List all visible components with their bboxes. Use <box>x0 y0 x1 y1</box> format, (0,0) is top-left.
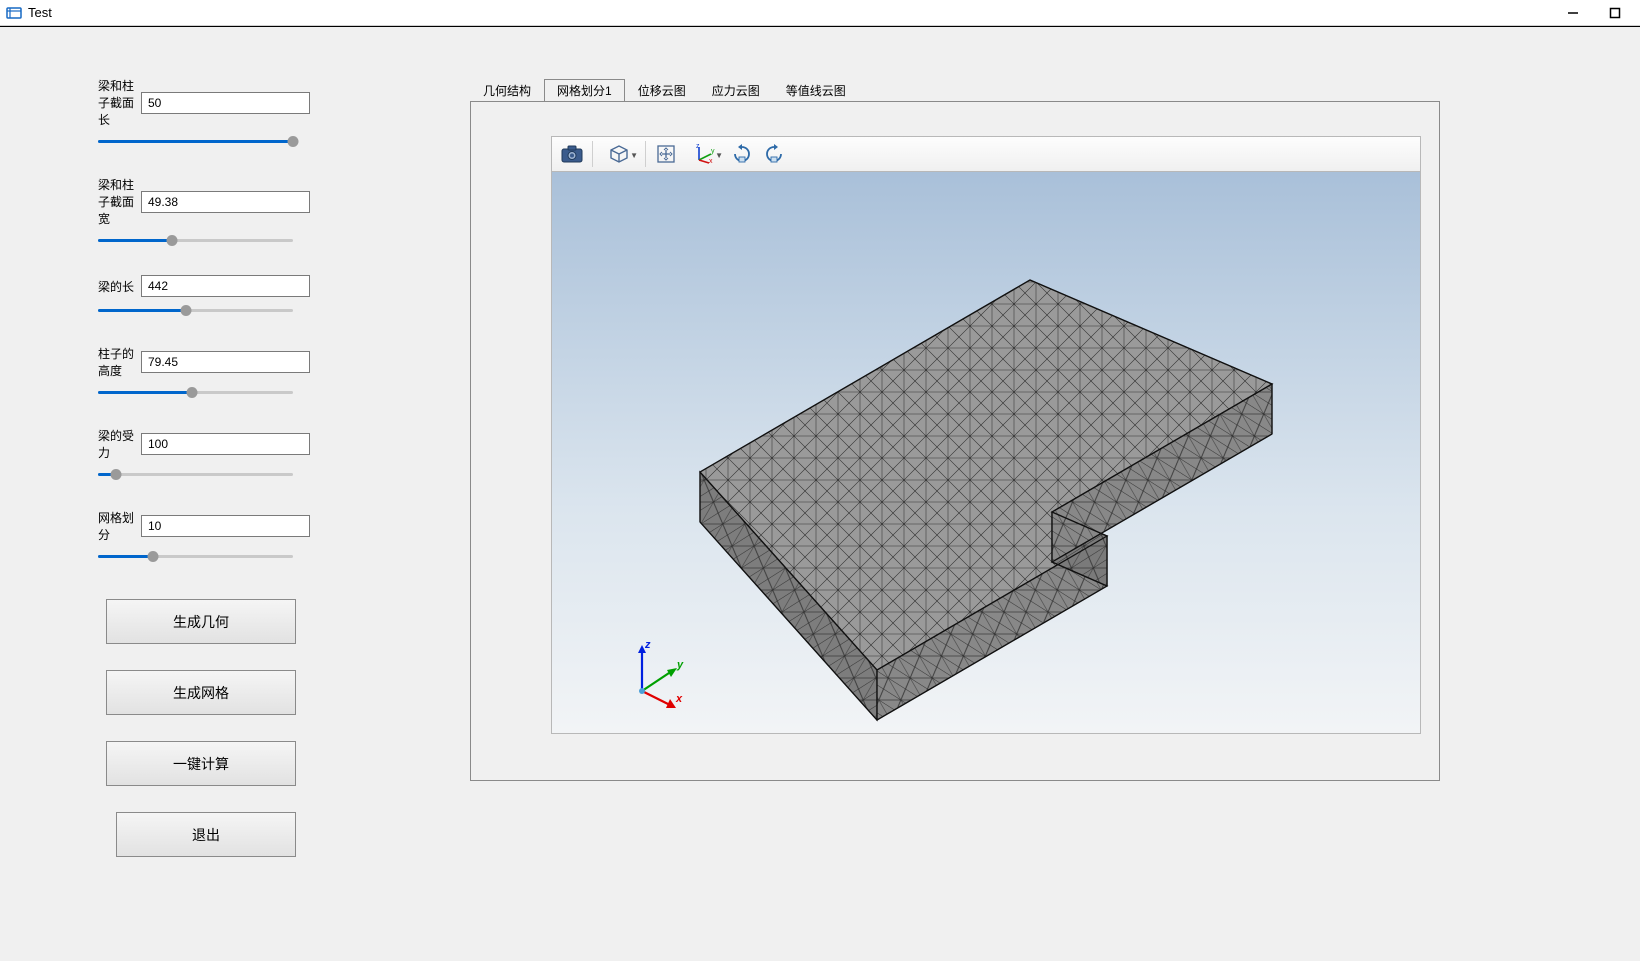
rotate-cw-icon[interactable] <box>726 139 758 169</box>
compute-button[interactable]: 一键计算 <box>106 741 296 786</box>
param-slider[interactable] <box>98 303 293 317</box>
view-tab[interactable]: 网格划分1 <box>544 79 625 102</box>
view-tabs: 几何结构网格划分1位移云图应力云图等值线云图 <box>470 77 1440 101</box>
exit-button[interactable]: 退出 <box>116 812 296 857</box>
cube-icon[interactable]: ▼ <box>597 139 641 169</box>
param-input[interactable] <box>141 433 310 455</box>
param-block: 网格划分 <box>98 509 310 563</box>
view-tab[interactable]: 几何结构 <box>470 78 544 101</box>
axis-label-z: z <box>645 639 651 651</box>
svg-text:z: z <box>696 144 700 150</box>
axis-icon[interactable]: zyx ▼ <box>682 139 726 169</box>
param-slider[interactable] <box>98 385 293 399</box>
axis-label-y: y <box>677 659 683 671</box>
param-slider[interactable] <box>98 134 293 148</box>
maximize-button[interactable] <box>1608 6 1622 20</box>
param-label: 梁的长 <box>98 278 135 295</box>
param-input[interactable] <box>141 92 310 114</box>
generate-geometry-button[interactable]: 生成几何 <box>106 599 296 644</box>
minimize-button[interactable] <box>1566 6 1580 20</box>
viewer-toolbar: ▼ zyx ▼ <box>551 136 1421 172</box>
window-title: Test <box>28 5 52 20</box>
param-input[interactable] <box>141 275 310 297</box>
camera-icon[interactable] <box>556 139 588 169</box>
param-slider[interactable] <box>98 549 293 563</box>
parameter-panel: 梁和柱子截面长梁和柱子截面宽梁的长柱子的高度梁的受力网格划分 生成几何 生成网格… <box>0 77 310 883</box>
param-label: 梁的受力 <box>98 427 135 461</box>
axis-label-x: x <box>676 693 682 705</box>
window-controls <box>1566 6 1634 20</box>
param-block: 梁和柱子截面长 <box>98 77 310 148</box>
fit-icon[interactable] <box>650 139 682 169</box>
generate-mesh-button[interactable]: 生成网格 <box>106 670 296 715</box>
viewer-frame: ▼ zyx ▼ <box>470 101 1440 781</box>
svg-text:x: x <box>709 158 713 164</box>
param-block: 柱子的高度 <box>98 345 310 399</box>
titlebar: Test <box>0 0 1640 26</box>
app-icon <box>6 5 22 21</box>
param-label: 网格划分 <box>98 509 135 543</box>
param-input[interactable] <box>141 191 310 213</box>
axis-triad: z y x <box>622 641 692 711</box>
view-tab[interactable]: 等值线云图 <box>773 78 859 101</box>
3d-viewport[interactable]: z y x <box>551 172 1421 734</box>
param-label: 柱子的高度 <box>98 345 135 379</box>
param-input[interactable] <box>141 351 310 373</box>
param-slider[interactable] <box>98 467 293 481</box>
view-tab[interactable]: 位移云图 <box>625 78 699 101</box>
param-input[interactable] <box>141 515 310 537</box>
param-slider[interactable] <box>98 233 293 247</box>
view-tab[interactable]: 应力云图 <box>699 78 773 101</box>
param-block: 梁的长 <box>98 275 310 317</box>
param-block: 梁和柱子截面宽 <box>98 176 310 247</box>
param-label: 梁和柱子截面长 <box>98 77 135 128</box>
param-block: 梁的受力 <box>98 427 310 481</box>
param-label: 梁和柱子截面宽 <box>98 176 135 227</box>
rotate-ccw-icon[interactable] <box>758 139 790 169</box>
